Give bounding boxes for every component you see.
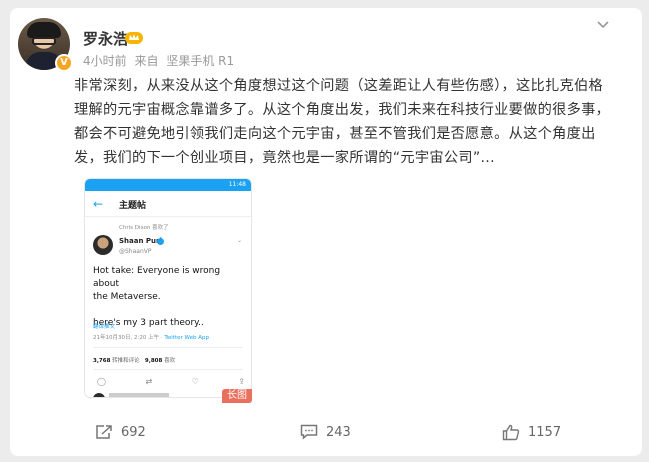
post-line: 理解的元宇宙概念靠谱多了。从这个角度出发，我们未来在科技行业要做的很多事， (74, 102, 611, 118)
phone-status-bar: 11:48 (85, 179, 251, 191)
glasses-decoration (32, 37, 56, 45)
tweet-line: here's my 3 part theory.. (93, 318, 204, 328)
tweet-caret-icon: ⌄ (237, 237, 243, 244)
tweet-avatar (93, 235, 113, 255)
divider (93, 347, 243, 348)
comment-icon (300, 424, 318, 440)
post-line: 发，我们的下一个创业项目，竟然也是一家所谓的“元宇宙公司”... (74, 150, 495, 166)
likes-label: 喜欢 (164, 358, 176, 364)
likes-count: 9,808 (144, 358, 163, 364)
translate-link: 翻译推文 (93, 324, 116, 330)
post-time[interactable]: 4小时前 (83, 54, 127, 68)
tweet-date: 21年10月30日, 2:20 上午 · Twitter Web App (93, 333, 209, 341)
post-meta: 4小时前 来自 坚果手机 R1 (83, 52, 238, 69)
tweet-stats: 3,768 转推和评论 9,808 喜欢 (93, 356, 175, 364)
post-line: 非常深刻，从来没从这个角度想过这个问题（这差距让人有些伤感），这比扎克伯格 (74, 78, 603, 94)
comment-count: 243 (326, 424, 351, 440)
divider (93, 369, 243, 370)
next-tweet-avatar (93, 393, 105, 397)
tweet-body: Hot take: Everyone is wrong about the Me… (93, 265, 248, 330)
tweet-actions: ◯ ⇄ ♡ ⇪ (97, 377, 245, 386)
retweet-icon: ⇄ (145, 377, 153, 386)
username[interactable]: 罗永浩 (83, 28, 128, 49)
status-time: 11:48 (228, 181, 246, 188)
avatar[interactable]: V (18, 18, 73, 72)
like-count: 1157 (528, 425, 562, 440)
chevron-down-icon[interactable] (596, 20, 610, 30)
forward-button[interactable]: 692 (95, 424, 146, 440)
thumbs-up-icon (502, 424, 520, 441)
post-line: 都会不可避免地引领我们走向这个元宇宙，甚至不管我们是否愿意。从这个角度出 (74, 126, 596, 142)
source-prefix: 来自 (134, 54, 159, 68)
liked-by-line: Chris Dixon 喜欢了 (119, 225, 169, 231)
thread-header: ← 主题帖 (85, 191, 251, 217)
twitter-verified-icon (157, 238, 164, 245)
forward-count: 692 (121, 424, 146, 440)
thread-title: 主题帖 (119, 201, 147, 211)
long-image-badge: 长图 (222, 389, 252, 403)
comment-button[interactable]: 243 (300, 424, 351, 440)
reply-icon: ◯ (97, 377, 106, 386)
post-source: 坚果手机 R1 (166, 54, 235, 68)
verified-v-icon: V (55, 54, 73, 72)
tweet-author-handle: @ShaanVP (119, 248, 152, 255)
next-tweet-name (109, 393, 169, 397)
tweet-line: the Metaverse. (93, 292, 161, 302)
tweet-date-text: 21年10月30日, 2:20 上午 · (93, 335, 165, 341)
tweet-author-name: Shaan Puri (119, 237, 162, 245)
share-icon: ⇪ (238, 377, 245, 386)
back-arrow-icon: ← (93, 197, 104, 211)
heart-icon: ♡ (191, 377, 199, 386)
vip-crown-icon[interactable] (124, 29, 144, 45)
like-button[interactable]: 1157 (502, 424, 561, 441)
tweet-client: Twitter Web App (164, 335, 210, 341)
tweet-line: Hot take: Everyone is wrong about (93, 266, 221, 289)
forward-icon (96, 425, 112, 439)
retweets-count: 3,768 (93, 358, 111, 364)
retweets-label: 转推和评论 (112, 358, 140, 364)
embedded-screenshot-image[interactable]: 11:48 ← 主题帖 Chris Dixon 喜欢了 Shaan Puri @… (84, 178, 252, 398)
post-text: 非常深刻，从来没从这个角度想过这个问题（这差距让人有些伤感），这比扎克伯格 理解… (74, 74, 614, 170)
